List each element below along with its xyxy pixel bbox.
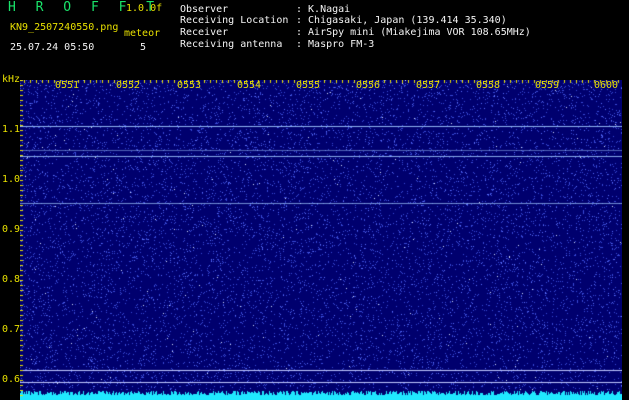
- spectrogram-plot: [20, 80, 622, 400]
- location-label: Receiving Location: [180, 15, 289, 26]
- x-tick-label: 0556: [356, 80, 381, 91]
- x-tick-label: 0552: [116, 80, 141, 91]
- version-label: 1.0.0f: [126, 3, 163, 14]
- x-tick-label: 0553: [177, 80, 202, 91]
- meteor-label: meteor: [124, 28, 161, 39]
- location-value: : Chigasaki, Japan (139.414 35.340): [296, 15, 507, 26]
- x-tick-label: 0557: [416, 80, 441, 91]
- filename-label: KN9_2507240550.png: [10, 22, 119, 33]
- x-tick-label: 0555: [296, 80, 321, 91]
- x-tick-label: 0600: [594, 80, 619, 91]
- antenna-value: : Maspro FM-3: [296, 39, 375, 50]
- y-tick-label: 0.7: [2, 324, 21, 335]
- y-tick-label: 1.1: [2, 124, 21, 135]
- x-tick-label: 0558: [476, 80, 501, 91]
- meteor-count: 5: [140, 42, 147, 53]
- x-tick-label: 0554: [237, 80, 262, 91]
- y-tick-label: 0.8: [2, 274, 21, 285]
- y-tick-label: 0.9: [2, 224, 21, 235]
- receiver-value: : AirSpy mini (Miakejima VOR 108.65MHz): [296, 27, 531, 38]
- x-tick-label: 0551: [55, 80, 80, 91]
- y-axis-unit: kHz: [2, 74, 21, 85]
- x-tick-label: 0559: [535, 80, 560, 91]
- antenna-label: Receiving antenna: [180, 39, 283, 50]
- header-panel: H R O F F T 1.0.0f KN9_2507240550.png me…: [0, 0, 629, 76]
- y-tick-label: 0.6: [2, 374, 21, 385]
- y-tick-label: 1.0: [2, 174, 21, 185]
- receiver-label: Receiver: [180, 27, 229, 38]
- datetime-label: 25.07.24 05:50: [10, 42, 95, 53]
- spectrogram-canvas: [20, 80, 622, 400]
